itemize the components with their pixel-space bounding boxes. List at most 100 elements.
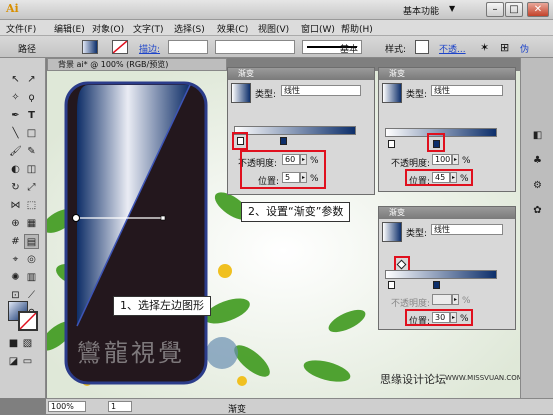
lasso-tool-icon[interactable]: ϙ bbox=[24, 90, 39, 105]
highlight-fields bbox=[240, 150, 326, 189]
symbols-icon[interactable]: ✿ bbox=[530, 203, 545, 218]
highlight-position bbox=[405, 309, 473, 326]
type-tool-icon[interactable]: T bbox=[24, 108, 39, 123]
gradient-slider[interactable] bbox=[234, 126, 356, 135]
menu-object[interactable]: 对象(O) bbox=[92, 22, 124, 35]
gradient-preview-swatch[interactable] bbox=[382, 83, 402, 103]
gradient-panel-1: 渐变 类型: 线性 不透明度: 60 ▸ % 位置: 5 ▸ % bbox=[227, 67, 375, 195]
gradient-type-select[interactable]: 线性 bbox=[281, 85, 361, 96]
chevron-down-icon[interactable]: ▼ bbox=[449, 4, 455, 13]
minimize-button[interactable]: – bbox=[486, 2, 504, 17]
free-transform-tool-icon[interactable]: ⬚ bbox=[24, 198, 39, 213]
menu-bar: 文件(F) 编辑(E) 对象(O) 文字(T) 选择(S) 效果(C) 视图(V… bbox=[0, 20, 553, 36]
opacity-spin[interactable]: ▸ bbox=[452, 294, 459, 305]
gradient-slider[interactable] bbox=[385, 270, 497, 279]
watermark-text: 鸞龍視覺 bbox=[77, 339, 185, 367]
club-icon[interactable]: ♣ bbox=[530, 153, 545, 168]
scale-tool-icon[interactable]: ⤢ bbox=[24, 180, 39, 195]
opacity-field[interactable] bbox=[432, 294, 452, 305]
stroke-color-swatch[interactable] bbox=[18, 311, 38, 331]
zoom-field[interactable]: 100% bbox=[48, 401, 86, 412]
stroke-swatch[interactable] bbox=[112, 40, 128, 54]
line-tool-icon[interactable]: ╲ bbox=[8, 126, 23, 141]
align-icon[interactable]: ⊞ bbox=[500, 41, 509, 54]
graphic-style-swatch[interactable] bbox=[415, 40, 429, 54]
stroke-weight-field[interactable] bbox=[168, 40, 208, 54]
type-label: 类型: bbox=[406, 229, 428, 239]
tools-panel: ↖ ↗ ✧ ϙ ✒ T ╲ □ 🖌 ✎ ◐ ◫ ↻ ⤢ ⋈ ⬚ ⊕ ▦ # ▤ … bbox=[0, 58, 46, 398]
gradient-type-select[interactable]: 线性 bbox=[431, 85, 503, 96]
panel-title: 渐变 bbox=[228, 68, 374, 80]
paintbrush-tool-icon[interactable]: 🖌 bbox=[8, 144, 23, 159]
status-panel-label: 渐变 bbox=[228, 405, 247, 415]
gradient-mode-icon[interactable]: ▧ bbox=[20, 336, 35, 351]
gradient-stop-white[interactable] bbox=[388, 281, 395, 289]
magic-wand-tool-icon[interactable]: ✧ bbox=[8, 90, 23, 105]
draw-mode-icon[interactable]: ◪ bbox=[6, 354, 21, 369]
menu-file[interactable]: 文件(F) bbox=[6, 22, 36, 35]
symbol-sprayer-tool-icon[interactable]: ✺ bbox=[8, 270, 23, 285]
eyedropper-tool-icon[interactable]: ⌖ bbox=[8, 252, 23, 267]
opacity-label[interactable]: 不透... bbox=[439, 42, 466, 55]
recolor-icon[interactable]: ✶ bbox=[480, 41, 489, 54]
pen-tool-icon[interactable]: ✒ bbox=[8, 108, 23, 123]
menu-help[interactable]: 帮助(H) bbox=[341, 22, 373, 35]
color-guide-icon[interactable]: ◧ bbox=[530, 128, 545, 143]
stroke-label[interactable]: 描边: bbox=[139, 42, 160, 55]
transform-label[interactable]: 伪 bbox=[520, 42, 529, 55]
style-label: 样式: bbox=[385, 45, 407, 55]
mode-label: 路径 bbox=[18, 45, 37, 55]
gradient-preview-swatch[interactable] bbox=[382, 222, 402, 242]
graph-tool-icon[interactable]: ▥ bbox=[24, 270, 39, 285]
fill-swatch[interactable] bbox=[82, 40, 98, 54]
pencil-tool-icon[interactable]: ✎ bbox=[24, 144, 39, 159]
menu-window[interactable]: 窗口(W) bbox=[301, 22, 335, 35]
width-tool-icon[interactable]: ⋈ bbox=[8, 198, 23, 213]
highlight-stop bbox=[232, 132, 248, 150]
type-label: 类型: bbox=[406, 90, 428, 100]
panel-title: 渐变 bbox=[379, 207, 515, 219]
page-field[interactable]: 1 bbox=[108, 401, 132, 412]
gradient-stop-white[interactable] bbox=[388, 140, 395, 148]
eraser-tool-icon[interactable]: ◫ bbox=[24, 162, 39, 177]
menu-edit[interactable]: 编辑(E) bbox=[54, 22, 85, 35]
close-button[interactable]: ✕ bbox=[527, 2, 549, 17]
opacity-spin[interactable]: ▸ bbox=[452, 154, 459, 165]
control-bar: 路径 描边: 基本 样式: 不透... ✶ ⊞ 伪 bbox=[0, 36, 553, 58]
selection-tool-icon[interactable]: ↖ bbox=[8, 72, 23, 87]
gradient-tool-icon[interactable]: ▤ bbox=[24, 234, 39, 249]
workspace-switcher[interactable]: 基本功能 bbox=[403, 4, 439, 17]
color-mode-icon[interactable]: ■ bbox=[6, 336, 21, 351]
opacity-label: 不透明度: bbox=[391, 299, 431, 309]
gradient-preview-swatch[interactable] bbox=[231, 83, 251, 103]
opacity-field[interactable]: 100 bbox=[432, 154, 452, 165]
menu-type[interactable]: 文字(T) bbox=[133, 22, 164, 35]
rotate-tool-icon[interactable]: ↻ bbox=[8, 180, 23, 195]
brushes-icon[interactable]: ⚙ bbox=[530, 178, 545, 193]
document-tab[interactable]: 背景 ai* @ 100% (RGB/预览) bbox=[47, 58, 227, 71]
menu-view[interactable]: 视图(V) bbox=[258, 22, 289, 35]
forum-name: 思缘设计论坛 bbox=[380, 373, 446, 386]
right-dock: ◧ ♣ ⚙ ✿ bbox=[520, 58, 553, 398]
mesh-tool-icon[interactable]: # bbox=[8, 234, 23, 249]
rectangle-tool-icon[interactable]: □ bbox=[24, 126, 39, 141]
blend-tool-icon[interactable]: ◎ bbox=[24, 252, 39, 267]
shape-builder-tool-icon[interactable]: ⊕ bbox=[8, 216, 23, 231]
gradient-type-select[interactable]: 线性 bbox=[431, 224, 503, 235]
status-bar: 100% 1 渐变 bbox=[46, 398, 553, 415]
opacity-unit: % bbox=[462, 296, 471, 306]
perspective-grid-tool-icon[interactable]: ▦ bbox=[24, 216, 39, 231]
highlight-stop bbox=[427, 133, 445, 152]
panel-title: 渐变 bbox=[379, 68, 515, 80]
type-label: 类型: bbox=[255, 90, 277, 100]
gradient-panel-2: 渐变 类型: 线性 不透明度: 100 ▸ % 位置: 45 ▸ % bbox=[378, 67, 516, 192]
gradient-stop-blue[interactable] bbox=[433, 281, 440, 289]
gradient-stop-blue[interactable] bbox=[280, 137, 287, 145]
menu-effect[interactable]: 效果(C) bbox=[217, 22, 248, 35]
variable-width-select[interactable] bbox=[215, 40, 295, 54]
screen-mode-icon[interactable]: ▭ bbox=[20, 354, 35, 369]
maximize-button[interactable]: □ bbox=[505, 2, 523, 17]
blob-brush-tool-icon[interactable]: ◐ bbox=[8, 162, 23, 177]
direct-selection-tool-icon[interactable]: ↗ bbox=[24, 72, 39, 87]
menu-select[interactable]: 选择(S) bbox=[174, 22, 205, 35]
